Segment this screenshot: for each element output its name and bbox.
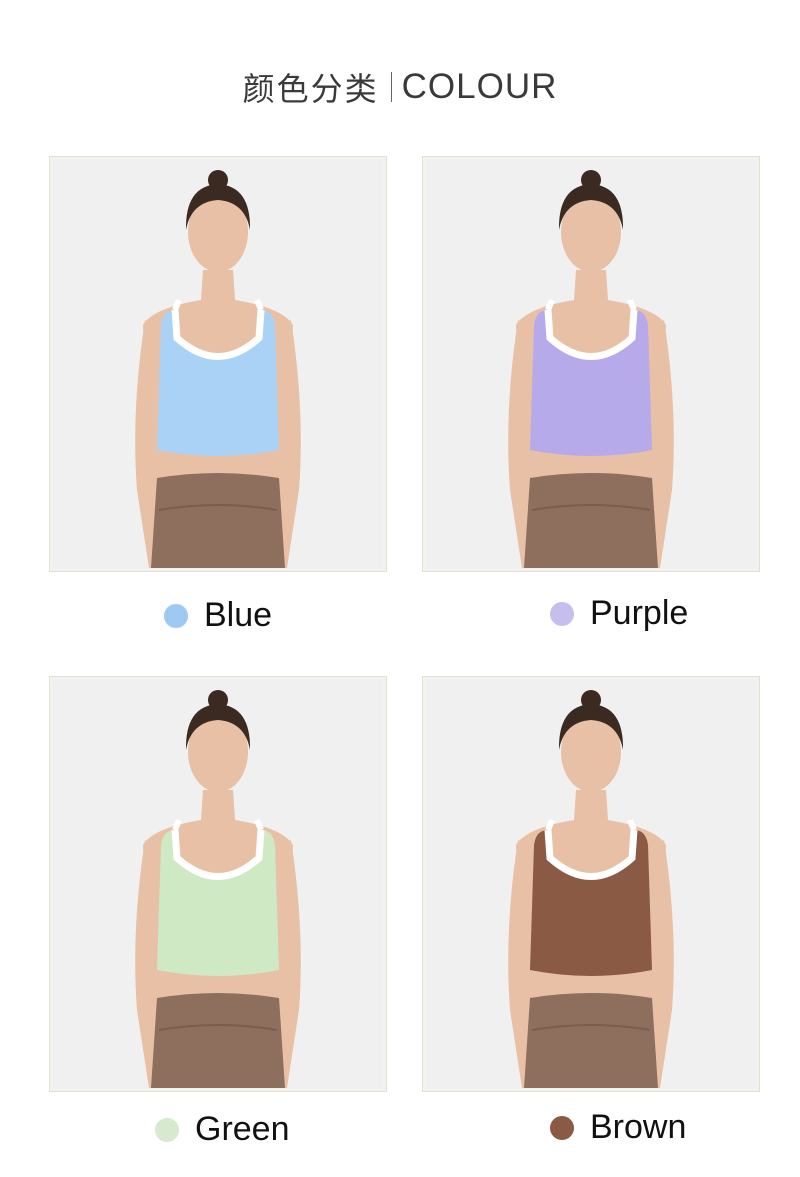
color-swatch-purple xyxy=(550,601,574,626)
leggings xyxy=(524,993,658,1088)
color-label-brown: Brown xyxy=(590,1108,687,1146)
color-label-purple: Purple xyxy=(590,594,689,632)
color-swatch-green xyxy=(155,1117,179,1142)
model-illustration xyxy=(53,160,383,568)
product-photo-purple[interactable] xyxy=(422,156,760,572)
hair-bun xyxy=(208,690,228,710)
color-option-purple[interactable]: Purple xyxy=(550,594,688,633)
title-en: COLOUR xyxy=(401,67,558,106)
hair-bun xyxy=(208,170,228,190)
leggings xyxy=(524,473,658,568)
hair-bun xyxy=(581,170,601,190)
model-illustration xyxy=(53,680,383,1088)
color-label-blue: Blue xyxy=(204,596,273,634)
color-swatch-blue xyxy=(164,603,188,628)
color-option-blue[interactable]: Blue xyxy=(164,596,272,635)
page-header: 颜色分类 COLOUR xyxy=(0,62,800,112)
leggings xyxy=(151,473,285,568)
color-option-brown[interactable]: Brown xyxy=(550,1108,686,1147)
model-illustration xyxy=(426,160,756,568)
product-photo-brown[interactable] xyxy=(422,676,760,1092)
color-option-green[interactable]: Green xyxy=(155,1110,290,1149)
leggings xyxy=(151,993,285,1088)
title-divider xyxy=(390,72,392,102)
model-illustration xyxy=(426,680,756,1088)
product-photo-blue[interactable] xyxy=(49,156,387,572)
product-photo-green[interactable] xyxy=(49,676,387,1092)
color-swatch-brown xyxy=(550,1115,574,1140)
hair-bun xyxy=(581,690,601,710)
title-cn: 颜色分类 xyxy=(242,70,379,108)
color-label-green: Green xyxy=(195,1110,290,1148)
